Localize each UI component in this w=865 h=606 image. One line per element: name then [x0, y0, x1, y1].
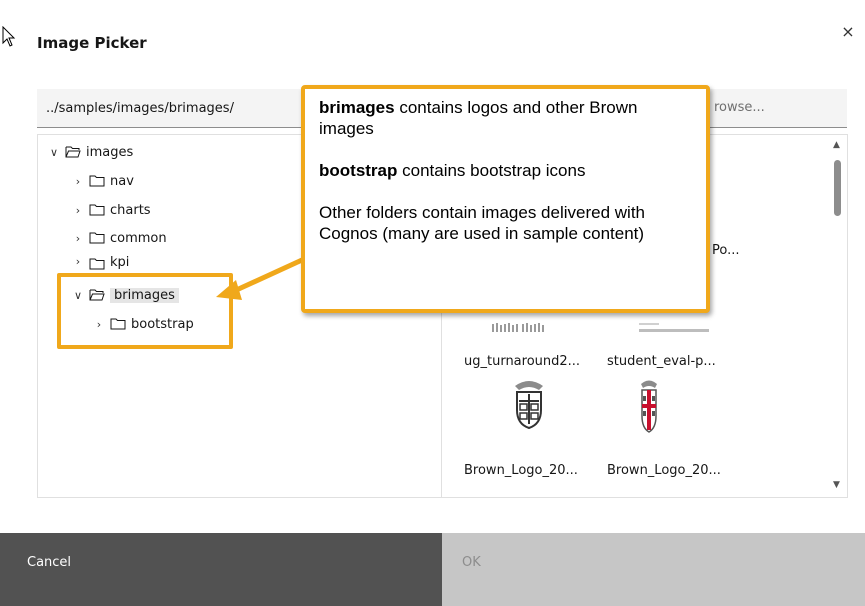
brown-logo-image[interactable] [509, 378, 549, 430]
chevron-right-icon[interactable]: › [72, 232, 84, 245]
thumbnail-scrollbar[interactable]: ▲ ▼ [830, 140, 846, 492]
tree-item-label: nav [110, 173, 134, 189]
tree-item-label: images [86, 144, 134, 160]
chevron-right-icon[interactable]: › [72, 204, 84, 217]
brimages-highlight-box [57, 273, 233, 349]
thumbnail-label: Brown_Logo_20... [464, 463, 578, 478]
tree-item-label: kpi [110, 255, 130, 270]
scroll-down-icon[interactable]: ▼ [833, 480, 840, 490]
dialog-title: Image Picker [37, 34, 147, 52]
scroll-up-icon[interactable]: ▲ [833, 140, 840, 150]
close-icon[interactable]: × [838, 22, 858, 42]
tree-item-label: common [110, 230, 167, 246]
folder-icon [89, 232, 105, 244]
annotation-callout: brimages contains logos and other Brown … [301, 85, 710, 313]
mouse-pointer-icon [2, 26, 16, 47]
tree-item-images[interactable]: ∨ images [48, 141, 133, 163]
folder-open-icon [65, 146, 81, 158]
ok-button[interactable]: OK [442, 533, 865, 606]
chevron-right-icon[interactable]: › [72, 255, 84, 268]
tree-item-kpi[interactable]: › kpi [72, 255, 130, 271]
chevron-down-icon[interactable]: ∨ [48, 146, 60, 159]
folder-icon [89, 204, 105, 216]
tree-item-nav[interactable]: › nav [72, 170, 134, 192]
chevron-right-icon[interactable]: › [72, 175, 84, 188]
thumbnail-label: Brown_Logo_20... [607, 463, 721, 478]
callout-bootstrap-text: bootstrap contains bootstrap icons [319, 161, 586, 180]
callout-arrow [216, 257, 304, 300]
thumbnail-label: student_eval-p... [607, 354, 716, 369]
folder-icon [89, 175, 105, 187]
brown-logo-red-image[interactable] [637, 378, 661, 434]
thumbnail-partial-label: Po... [712, 243, 740, 258]
callout-brimages-text: brimages contains logos and other Brown … [319, 98, 638, 138]
scrollbar-thumb[interactable] [834, 160, 841, 216]
tree-item-label: charts [110, 202, 151, 218]
callout-other-folders-text: Other folders contain images delivered w… [319, 203, 645, 243]
thumbnail-ug-turnaround[interactable] [490, 320, 548, 334]
image-picker-dialog: Image Picker × ../samples/images/brimage… [0, 0, 865, 606]
tree-item-common[interactable]: › common [72, 227, 167, 249]
browse-input[interactable]: rowse... [700, 89, 847, 128]
cancel-button[interactable]: Cancel [0, 533, 442, 606]
thumbnail-student-eval[interactable] [637, 320, 711, 334]
tree-item-charts[interactable]: › charts [72, 199, 151, 221]
thumbnail-label: ug_turnaround2... [464, 354, 581, 369]
folder-icon [89, 258, 105, 270]
